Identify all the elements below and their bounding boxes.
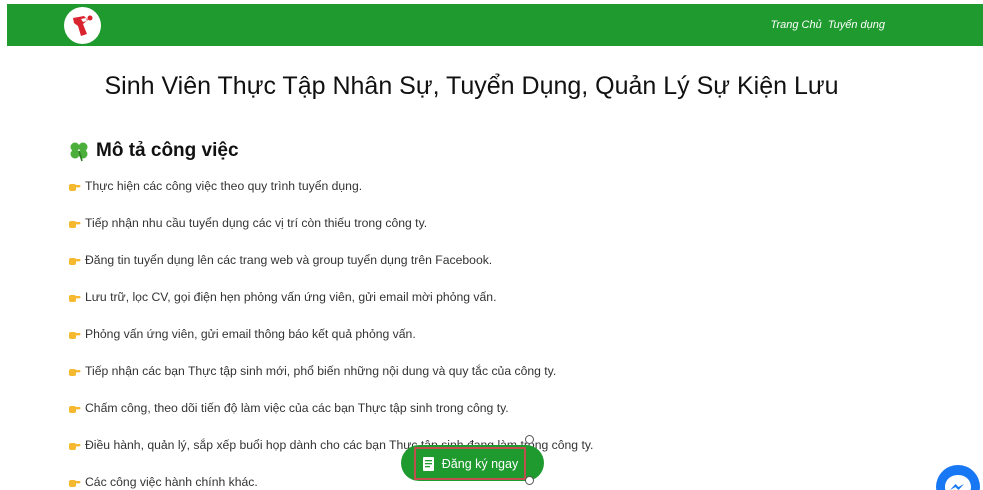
list-item-text: Chấm công, theo dõi tiến độ làm việc của…: [85, 401, 509, 415]
page-title: Sinh Viên Thực Tập Nhân Sự, Tuyển Dụng, …: [104, 72, 839, 100]
pointing-hand-icon: [68, 254, 81, 267]
list-item: Tiếp nhận nhu cầu tuyển dụng các vị trí …: [68, 215, 593, 252]
pointing-hand-icon: [68, 439, 81, 452]
list-item-text: Lưu trữ, lọc CV, gọi điện hẹn phỏng vấn …: [85, 290, 497, 304]
resize-handle-top[interactable]: [525, 435, 534, 444]
job-description-list: Thực hiện các công việc theo quy trình t…: [68, 178, 593, 490]
four-leaf-clover-icon: [68, 140, 90, 162]
list-item: Thực hiện các công việc theo quy trình t…: [68, 178, 593, 215]
list-item: Đăng tin tuyển dụng lên các trang web và…: [68, 252, 593, 289]
list-item-text: Tiếp nhận các bạn Thực tập sinh mới, phổ…: [85, 364, 557, 378]
resize-handle-bottom[interactable]: [525, 476, 534, 485]
register-button-container: Đăng ký ngay: [401, 435, 544, 485]
pointing-hand-icon: [68, 180, 81, 193]
pointing-hand-icon: [68, 291, 81, 304]
nav-links: Trang Chủ Tuyển dụng: [771, 4, 885, 46]
page: Trang Chủ Tuyển dụng Sinh Viên Thực Tập …: [0, 0, 983, 490]
list-item-text: Thực hiện các công việc theo quy trình t…: [85, 179, 363, 193]
pointing-hand-icon: [68, 217, 81, 230]
form-icon: [422, 456, 436, 472]
nav-link-recruitment[interactable]: Tuyển dụng: [828, 19, 885, 31]
top-navbar: Trang Chủ Tuyển dụng: [7, 4, 983, 46]
pointing-hand-icon: [68, 476, 81, 489]
section-heading: Mô tả công việc: [68, 140, 239, 162]
register-now-button[interactable]: Đăng ký ngay: [414, 447, 526, 480]
messenger-chat-button[interactable]: [936, 465, 980, 490]
section-heading-text: Mô tả công việc: [96, 140, 239, 161]
list-item-text: Phỏng vấn ứng viên, gửi email thông báo …: [85, 327, 416, 341]
register-now-label: Đăng ký ngay: [441, 456, 519, 471]
list-item: Lưu trữ, lọc CV, gọi điện hẹn phỏng vấn …: [68, 289, 593, 326]
list-item-text: Các công việc hành chính khác.: [85, 475, 258, 489]
list-item: Tiếp nhận các bạn Thực tập sinh mới, phổ…: [68, 363, 593, 400]
list-item: Phỏng vấn ứng viên, gửi email thông báo …: [68, 326, 593, 363]
pointing-hand-icon: [68, 365, 81, 378]
nav-link-home[interactable]: Trang Chủ: [771, 19, 822, 31]
list-item-text: Đăng tin tuyển dụng lên các trang web và…: [85, 253, 493, 267]
list-item-text: Tiếp nhận nhu cầu tuyển dụng các vị trí …: [85, 216, 428, 230]
site-logo[interactable]: [64, 7, 101, 44]
messenger-icon: [945, 475, 971, 490]
list-item: Chấm công, theo dõi tiến độ làm việc của…: [68, 400, 593, 437]
pointing-hand-icon: [68, 328, 81, 341]
pointing-hand-icon: [68, 402, 81, 415]
